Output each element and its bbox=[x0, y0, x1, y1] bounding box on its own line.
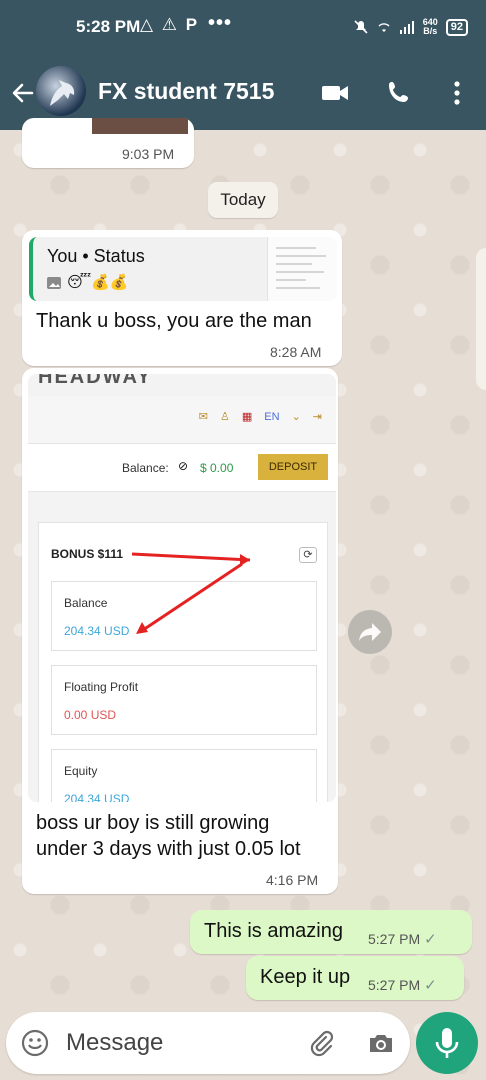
side-panel-handle[interactable] bbox=[476, 248, 486, 390]
message-time: 5:27 PM bbox=[368, 931, 421, 947]
photo-icon bbox=[47, 277, 61, 290]
back-icon[interactable] bbox=[8, 78, 38, 108]
attach-icon[interactable] bbox=[306, 1028, 336, 1058]
top-bar: 5:28 PM △ ⚠ P ••• 640 B/s 92 FX student … bbox=[0, 0, 486, 130]
network-speed: 640 B/s bbox=[423, 18, 438, 36]
forward-button[interactable] bbox=[348, 610, 392, 654]
battery-icon: 92 bbox=[445, 18, 468, 36]
previous-image-thumb bbox=[92, 118, 188, 134]
message-time-row: 5:27 PM ✓ bbox=[368, 930, 437, 948]
shared-screenshot[interactable]: HEADWAY ✉ ♙ ▦ EN ⌄ ⇥ Balance: ⊘ $ 0.00 D… bbox=[28, 374, 336, 802]
image-message-bubble[interactable]: HEADWAY ✉ ♙ ▦ EN ⌄ ⇥ Balance: ⊘ $ 0.00 D… bbox=[22, 368, 338, 894]
message-time: 9:03 PM bbox=[122, 146, 175, 162]
emoji-icon[interactable] bbox=[20, 1028, 50, 1058]
message-text: Thank u boss, you are the man bbox=[36, 310, 312, 332]
reply-message-bubble[interactable]: You • Status 😴💰💰 Thank u boss, you are t… bbox=[22, 230, 342, 366]
thumb-line bbox=[276, 263, 312, 265]
notification-icons: △ ⚠ P bbox=[140, 15, 200, 34]
status-thumbnail bbox=[267, 237, 337, 301]
thumb-line bbox=[276, 279, 306, 281]
message-text: This is amazing bbox=[204, 920, 343, 942]
mute-icon bbox=[354, 20, 368, 34]
mic-icon bbox=[435, 1028, 459, 1058]
message-time: 5:27 PM bbox=[368, 977, 421, 993]
message-input[interactable]: Message bbox=[66, 1029, 163, 1057]
sent-check-icon: ✓ bbox=[424, 931, 437, 948]
status-right: 640 B/s 92 bbox=[353, 14, 468, 40]
thumb-line bbox=[276, 247, 316, 249]
speed-unit: B/s bbox=[423, 26, 438, 36]
message-time: 8:28 AM bbox=[270, 344, 322, 360]
thumb-line bbox=[276, 255, 326, 257]
quote-author: You • Status bbox=[47, 246, 145, 266]
thumb-line bbox=[276, 287, 320, 289]
caption-line-2: under 3 days with just 0.05 lot bbox=[36, 838, 301, 860]
outgoing-message-bubble[interactable]: This is amazing 5:27 PM ✓ bbox=[190, 910, 472, 954]
avatar[interactable] bbox=[36, 66, 86, 116]
sent-check-icon: ✓ bbox=[424, 977, 437, 994]
quoted-status[interactable]: You • Status 😴💰💰 bbox=[29, 237, 337, 301]
previous-message-bubble[interactable]: 9:03 PM bbox=[22, 118, 194, 168]
quote-preview: 😴💰💰 bbox=[67, 274, 129, 291]
quote-preview-row: 😴💰💰 bbox=[47, 273, 129, 291]
horse-avatar-icon bbox=[50, 80, 75, 106]
signal-icon bbox=[399, 21, 414, 34]
message-time: 4:16 PM bbox=[266, 872, 319, 888]
more-notifications-icon: ••• bbox=[208, 12, 233, 34]
status-time: 5:28 PM bbox=[76, 17, 141, 36]
red-annotation-arrows bbox=[131, 552, 251, 634]
status-bar: 5:28 PM △ ⚠ P ••• 640 B/s 92 bbox=[0, 0, 486, 56]
video-call-icon[interactable] bbox=[318, 76, 352, 110]
phone-icon[interactable] bbox=[383, 76, 417, 110]
wifi-icon bbox=[378, 23, 390, 32]
camera-icon[interactable] bbox=[366, 1028, 396, 1058]
caption-line-1: boss ur boy is still growing bbox=[36, 812, 270, 834]
contact-name[interactable]: FX student 7515 bbox=[98, 78, 274, 105]
date-separator: Today bbox=[208, 182, 278, 218]
message-input-bar: Message bbox=[6, 1012, 410, 1074]
message-text: Keep it up bbox=[260, 966, 351, 988]
forward-icon bbox=[359, 623, 381, 641]
outgoing-message-bubble[interactable]: Keep it up 5:27 PM ✓ bbox=[246, 956, 464, 1000]
more-options-icon[interactable] bbox=[440, 76, 474, 110]
mic-button[interactable] bbox=[416, 1012, 478, 1074]
message-time-row: 5:27 PM ✓ bbox=[368, 976, 437, 994]
thumb-line bbox=[276, 271, 324, 273]
